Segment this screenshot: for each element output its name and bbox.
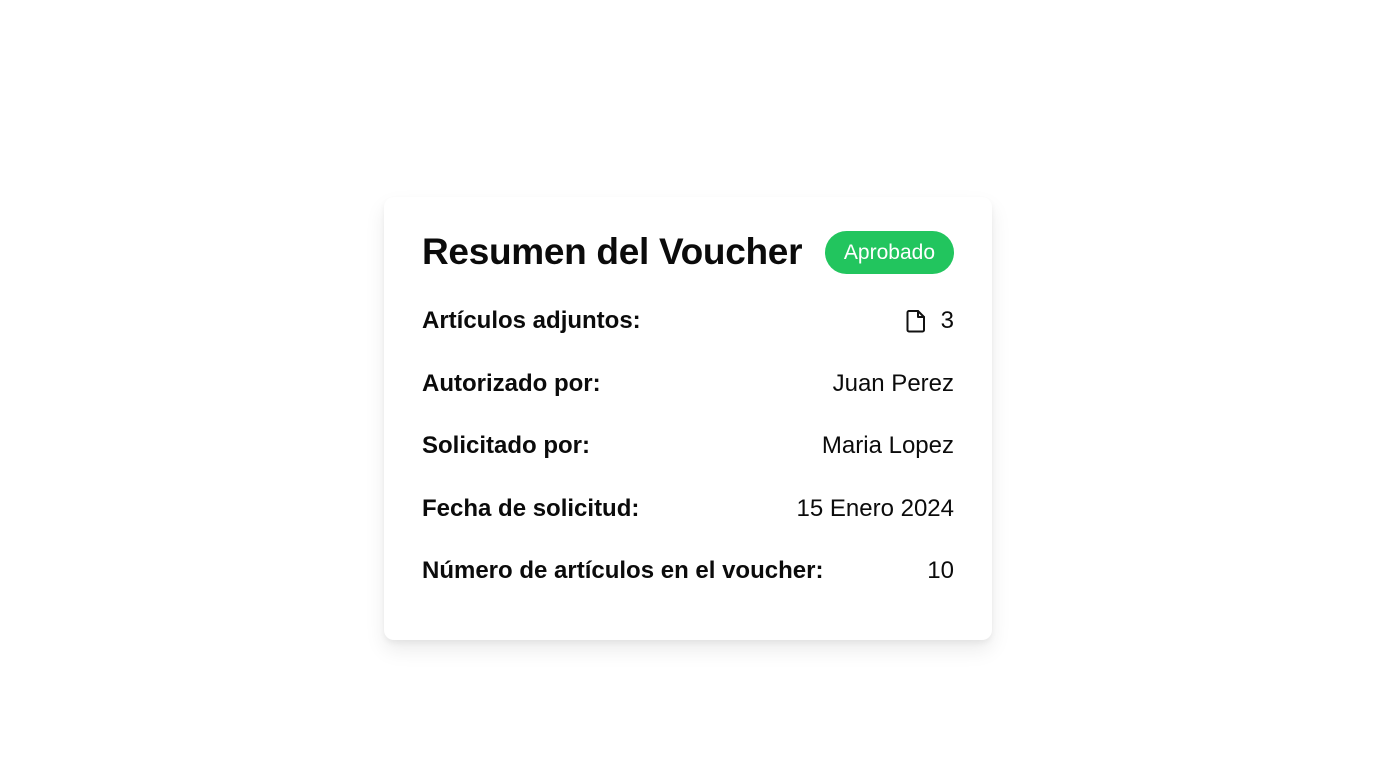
- authorized-by-value: Juan Perez: [832, 369, 954, 397]
- item-count-value: 10: [927, 557, 954, 585]
- requested-by-label: Solicitado por:: [422, 432, 590, 460]
- detail-row-request-date: Fecha de solicitud: 15 Enero 2024: [422, 478, 954, 541]
- detail-row-authorized-by: Autorizado por: Juan Perez: [422, 353, 954, 416]
- voucher-summary-card: Resumen del Voucher Aprobado Artículos a…: [384, 197, 992, 640]
- file-icon: [905, 309, 927, 333]
- request-date-label: Fecha de solicitud:: [422, 494, 640, 522]
- requested-by-value: Maria Lopez: [821, 432, 954, 460]
- card-title: Resumen del Voucher: [422, 231, 803, 272]
- card-header: Resumen del Voucher Aprobado: [422, 227, 954, 277]
- status-badge: Aprobado: [824, 230, 954, 274]
- details-list: Artículos adjuntos: 3 Autorizado por: Ju…: [422, 290, 954, 603]
- detail-row-item-count: Número de artículos en el voucher: 10: [422, 540, 954, 603]
- attachments-value-group: 3: [905, 307, 954, 335]
- attachments-label: Artículos adjuntos:: [422, 307, 641, 335]
- attachments-count: 3: [940, 307, 954, 335]
- detail-row-attachments: Artículos adjuntos: 3: [422, 290, 954, 353]
- request-date-value: 15 Enero 2024: [796, 494, 954, 522]
- item-count-label: Número de artículos en el voucher:: [422, 557, 824, 585]
- authorized-by-label: Autorizado por:: [422, 369, 601, 397]
- detail-row-requested-by: Solicitado por: Maria Lopez: [422, 415, 954, 478]
